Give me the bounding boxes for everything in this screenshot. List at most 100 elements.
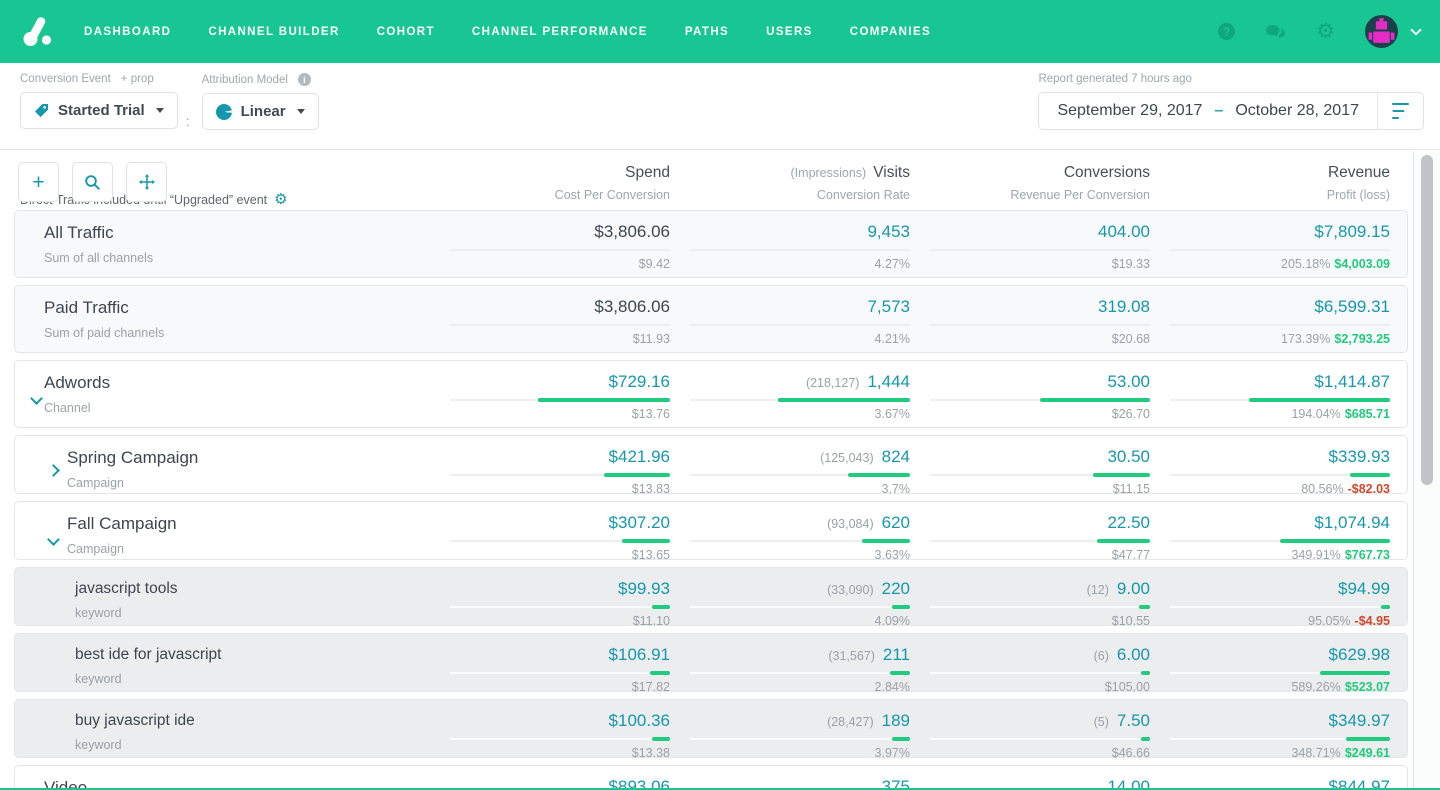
help-icon[interactable]: ? [1218, 23, 1235, 40]
nav-item-dashboard[interactable]: DASHBOARD [84, 26, 171, 38]
add-icon: + [32, 172, 44, 193]
chat-icon[interactable] [1265, 24, 1286, 40]
spend-value: $421.96 [609, 447, 670, 467]
revenue-track [1170, 399, 1390, 401]
expand-chevron-icon[interactable] [47, 464, 60, 477]
date-dash: – [1214, 102, 1223, 120]
cost-per-conversion-value: $11.93 [430, 332, 670, 346]
cost-per-conversion-value: $13.65 [430, 548, 670, 562]
conversions-track [930, 672, 1150, 674]
impressions-value: (125,043) [820, 451, 874, 465]
spend-track [450, 474, 670, 476]
spend-cell: $3,806.06 $9.42 [430, 211, 670, 277]
table-header: + Spend Cost Per Conversion (Impressions… [0, 150, 1440, 210]
conversion-event-dropdown[interactable]: Started Trial [20, 92, 178, 129]
revenue-per-conversion-value: $20.68 [910, 332, 1150, 346]
vertical-scrollbar[interactable] [1413, 151, 1440, 790]
date-start: September 29, 2017 [1057, 102, 1202, 120]
conversion-event-value: Started Trial [58, 102, 145, 119]
visits-track [690, 540, 910, 542]
conversion-count-value: (12) [1087, 583, 1109, 597]
profit-percent-value: 348.71% [1291, 746, 1340, 760]
expand-chevron-icon[interactable] [47, 533, 60, 546]
cost-per-conversion-value: $13.38 [430, 746, 670, 760]
column-header-revenue[interactable]: Revenue Profit (loss) [1150, 164, 1390, 202]
table-row[interactable]: Spring Campaign Campaign $421.96 $13.83 … [14, 435, 1408, 494]
profit-percent-value: 589.26% [1291, 680, 1340, 694]
profit-percent-value: 80.56% [1301, 482, 1343, 496]
revenue-cell: $629.98 589.26%$523.07 [1150, 634, 1390, 691]
info-icon[interactable]: i [298, 73, 311, 86]
add-prop-link[interactable]: + prop [121, 73, 154, 85]
date-range-value[interactable]: September 29, 2017 – October 28, 2017 [1039, 102, 1377, 120]
spend-bar [652, 737, 670, 741]
report-generated-text: Report generated 7 hours ago [1038, 73, 1191, 85]
add-channel-button[interactable]: + [18, 162, 59, 202]
conversion-rate-value: 3.97% [670, 746, 910, 760]
visits-cell: 9,453 4.27% [670, 211, 910, 277]
column-header-visits[interactable]: (Impressions)Visits Conversion Rate [670, 164, 910, 202]
attribution-model-label: Attribution Model i [202, 73, 319, 86]
visits-cell: 375 [670, 766, 910, 790]
dropdown-caret-icon [156, 108, 164, 113]
nav-item-cohort[interactable]: COHORT [377, 26, 435, 38]
table-row[interactable]: Video Channel $893.06 375 14.00 $844.97 [14, 765, 1408, 790]
conversions-cell: 14.00 [910, 766, 1150, 790]
nav-item-paths[interactable]: PATHS [685, 26, 729, 38]
table-row[interactable]: Fall Campaign Campaign $307.20 $13.65 (9… [14, 501, 1408, 560]
table-row[interactable]: All Traffic Sum of all channels $3,806.0… [14, 210, 1408, 278]
revenue-value: $7,809.15 [1314, 222, 1390, 242]
search-icon [84, 174, 101, 191]
profit-value: $249.61 [1345, 746, 1390, 760]
report-options-button[interactable] [1377, 93, 1423, 129]
table-row[interactable]: Paid Traffic Sum of paid channels $3,806… [14, 285, 1408, 353]
conversions-cell: 22.50 $47.77 [910, 502, 1150, 559]
profit-percent-value: 194.04% [1291, 407, 1340, 421]
nav-menu: DASHBOARD CHANNEL BUILDER COHORT CHANNEL… [84, 26, 931, 38]
spend-value: $99.93 [618, 579, 670, 599]
nav-item-companies[interactable]: COMPANIES [850, 26, 931, 38]
table-row[interactable]: best ide for javascript keyword $106.91 … [14, 633, 1408, 692]
row-metrics: $106.91 $17.82 (31,567)211 2.84% (6)6.00… [430, 634, 1390, 691]
spend-track [450, 399, 670, 401]
visits-bar [862, 539, 910, 543]
conversion-rate-value: 3.67% [670, 407, 910, 421]
spend-track [450, 606, 670, 608]
nav-item-channel-performance[interactable]: CHANNEL PERFORMANCE [472, 26, 648, 38]
table-row[interactable]: Adwords Channel $729.16 $13.76 (218,127)… [14, 360, 1408, 428]
column-header-spend[interactable]: Spend Cost Per Conversion [430, 164, 670, 202]
attribution-model-dropdown[interactable]: Linear [202, 93, 319, 130]
scrollbar-thumb[interactable] [1421, 155, 1433, 485]
revenue-value: $629.98 [1329, 645, 1390, 665]
settings-icon[interactable]: ⚙ [1316, 21, 1335, 42]
visits-value: 1,444 [867, 372, 910, 392]
avatar[interactable] [1365, 15, 1398, 48]
column-header-conversions[interactable]: Conversions Revenue Per Conversion [910, 164, 1150, 202]
conversions-track [930, 606, 1150, 608]
nav-item-users[interactable]: USERS [766, 26, 813, 38]
date-range-picker: September 29, 2017 – October 28, 2017 [1038, 92, 1424, 130]
reorder-button[interactable] [126, 162, 167, 202]
app-logo[interactable] [20, 14, 56, 50]
spend-value: $3,806.06 [594, 297, 670, 317]
revenue-track [1170, 606, 1390, 608]
table-row[interactable]: buy javascript ide keyword $100.36 $13.3… [14, 699, 1408, 758]
search-button[interactable] [72, 162, 113, 202]
visits-cell: (93,084)620 3.63% [670, 502, 910, 559]
conversions-value: 9.00 [1117, 579, 1150, 599]
nav-item-channel-builder[interactable]: CHANNEL BUILDER [208, 26, 339, 38]
conversion-rate-value: 4.09% [670, 614, 910, 628]
conversions-value: 319.08 [1098, 297, 1150, 317]
conversions-bar [1139, 605, 1150, 609]
expand-chevron-icon[interactable] [30, 392, 43, 405]
dropdown-caret-icon [297, 109, 305, 114]
table-row[interactable]: javascript tools keyword $99.93 $11.10 (… [14, 567, 1408, 626]
revenue-value: $6,599.31 [1314, 297, 1390, 317]
report-generated-label: Report generated 7 hours ago [1038, 73, 1424, 85]
spend-bar [538, 398, 670, 402]
impressions-value: (93,084) [827, 517, 874, 531]
spend-value: $3,806.06 [594, 222, 670, 242]
revenue-track [1170, 324, 1390, 326]
account-caret-down-icon[interactable] [1410, 24, 1421, 35]
cost-per-conversion-value: $17.82 [430, 680, 670, 694]
